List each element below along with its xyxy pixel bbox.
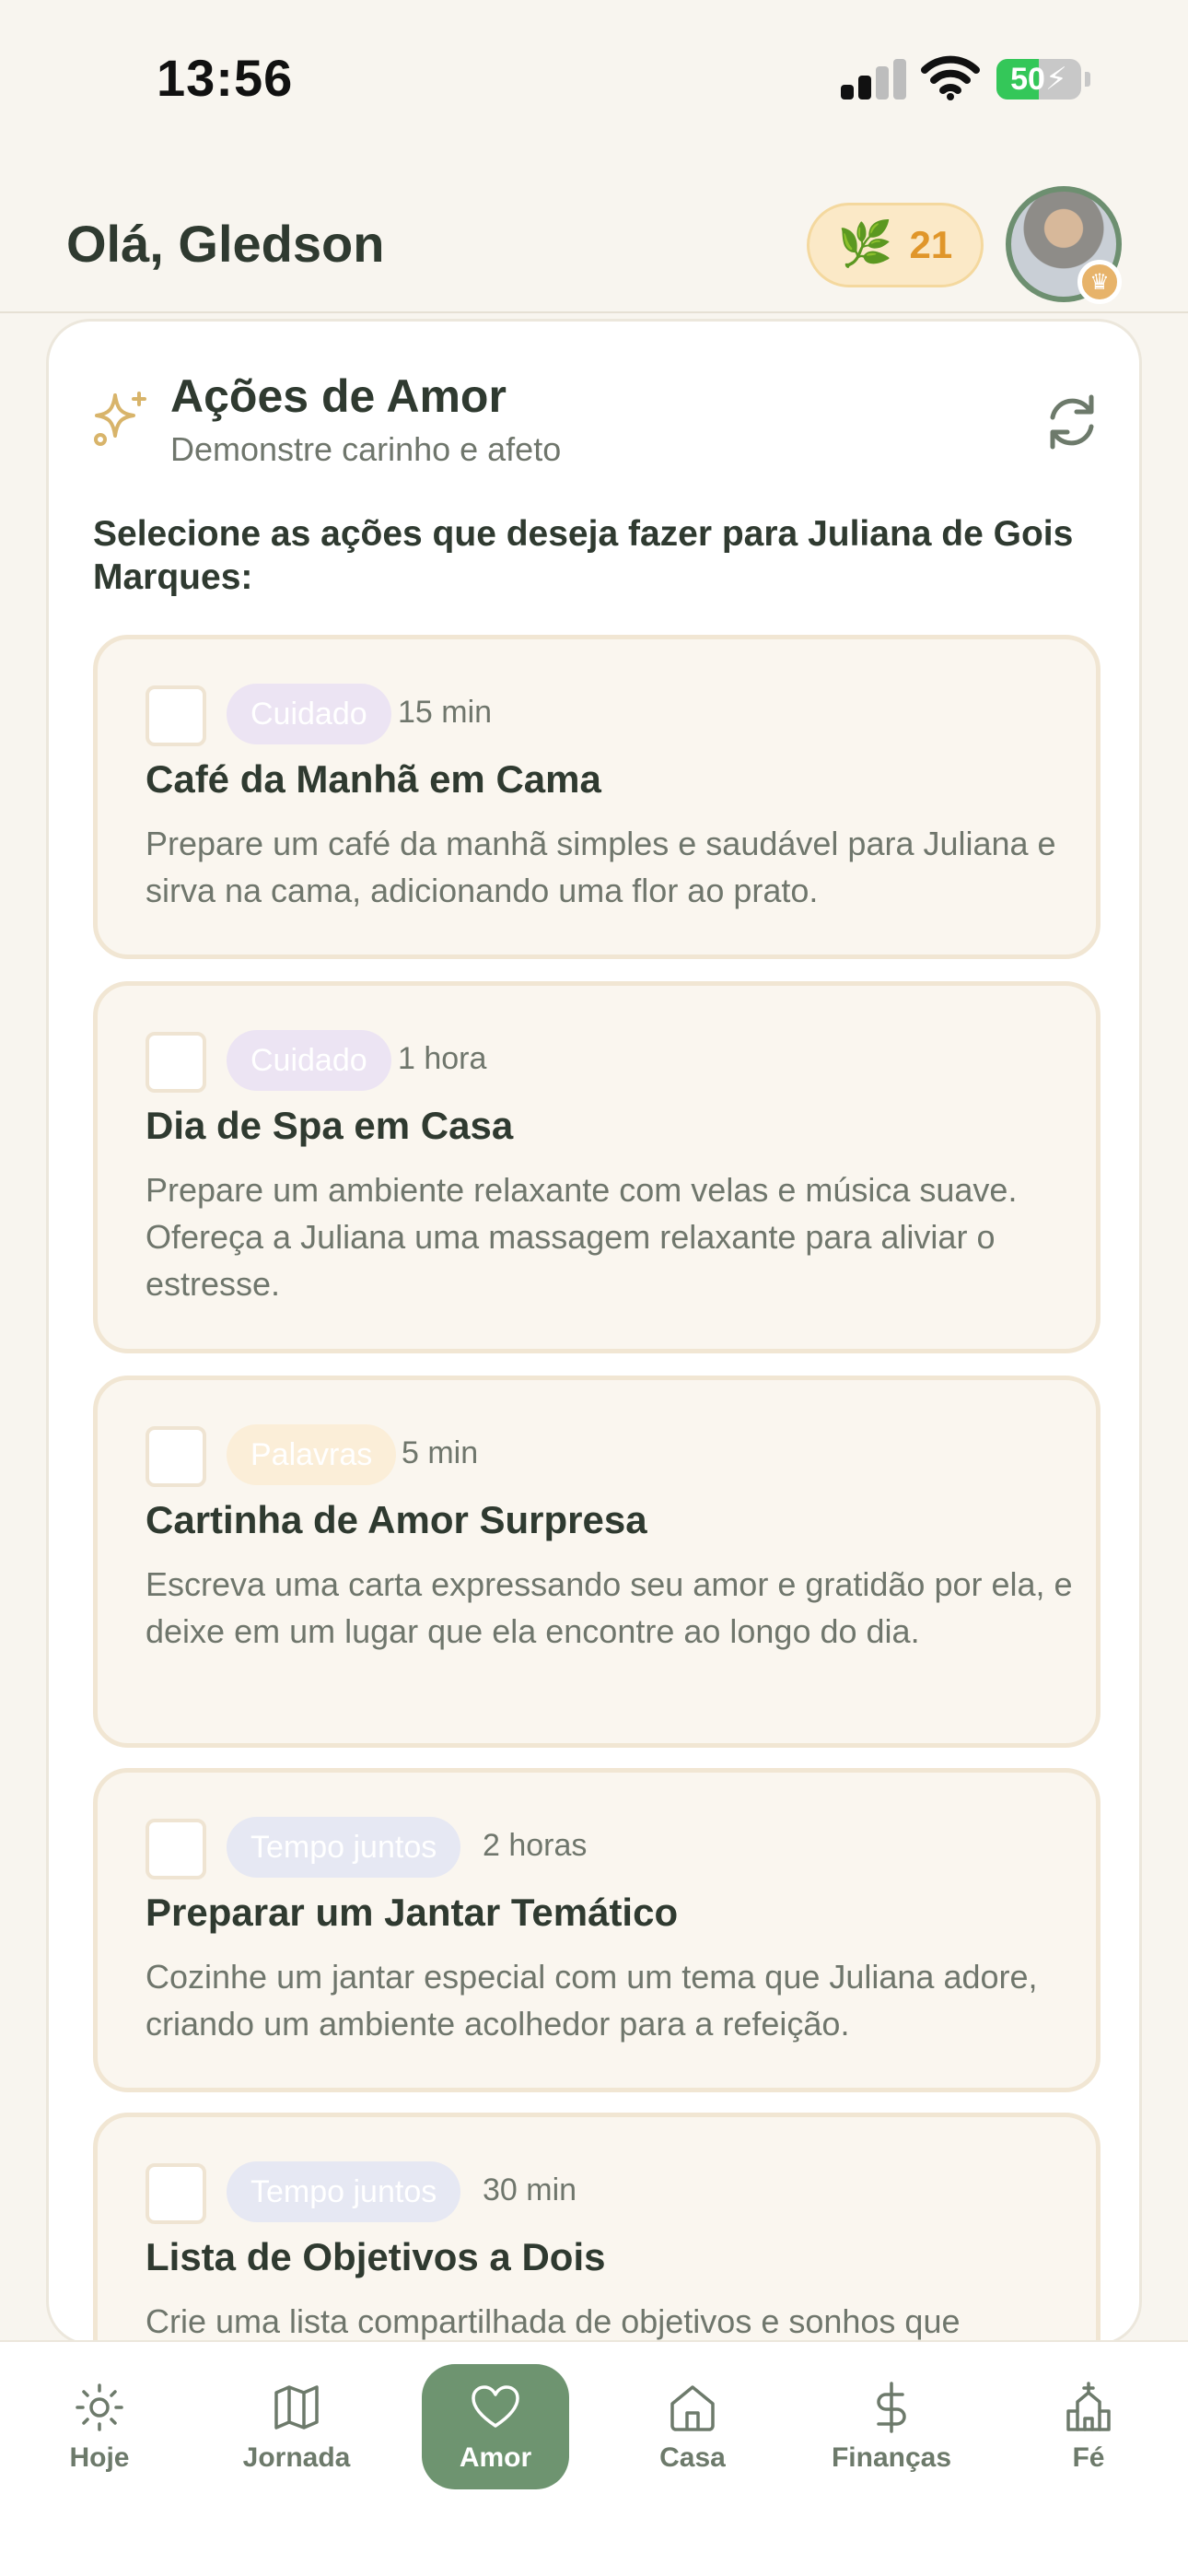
action-checkbox[interactable] [146,1426,206,1487]
church-icon [1066,2382,1111,2431]
points-value: 21 [909,223,953,266]
action-title: Café da Manhã em Cama [146,757,601,801]
action-checkbox[interactable] [146,1032,206,1093]
action-description: Cozinhe um jantar especial com um tema q… [146,1958,1038,2043]
category-tag: Cuidado [227,1030,391,1091]
house-icon [670,2385,715,2431]
battery-level: 50 [1010,61,1045,97]
tab-casa[interactable]: Casa [619,2364,766,2489]
tab-label: Hoje [69,2442,130,2473]
tab-label: Jornada [242,2442,351,2473]
action-title: Cartinha de Amor Surpresa [146,1498,647,1541]
tab-financas[interactable]: Finanças [818,2364,965,2489]
action-title: Preparar um Jantar Temático [146,1891,679,1934]
category-tag: Tempo juntos [227,1817,461,1878]
section-title: Ações de Amor [170,370,507,422]
love-actions-card: Ações de Amor Demonstre carinho e afeto … [46,319,1142,2346]
tab-jornada[interactable]: Jornada [223,2364,370,2489]
action-title: Lista de Objetivos a Dois [146,2235,606,2278]
duration-label: 1 hora [398,1041,487,1076]
leaf-icon: 🌿 [837,220,893,269]
status-bar: 13:56 50 ⚡ [0,0,1188,166]
duration-label: 5 min [402,1435,479,1470]
action-card[interactable]: Tempo juntos 30 min Lista de Objetivos a… [93,2113,1101,2343]
sparkle-icon [94,392,146,446]
action-description: Escreva uma carta expressando seu amor e… [146,1565,1073,1650]
tab-label: Casa [659,2442,726,2473]
tab-amor[interactable]: Amor [422,2364,569,2489]
bottom-tab-bar: Hoje Jornada Amor Casa Finanças Fé [0,2340,1188,2576]
crown-icon: ♛ [1077,260,1122,304]
battery-icon: 50 ⚡ [996,59,1081,100]
action-checkbox[interactable] [146,2163,206,2224]
category-tag: Cuidado [227,684,391,744]
tab-fe[interactable]: Fé [1015,2364,1162,2489]
refresh-icon[interactable] [1042,392,1102,452]
duration-label: 2 horas [483,1828,588,1863]
category-tag: Palavras [227,1424,397,1485]
duration-label: 15 min [398,695,493,730]
status-time: 13:56 [157,49,294,107]
selection-prompt: Selecione as ações que deseja fazer para… [93,514,1074,597]
app-header: Olá, Gledson 🌿 21 ♛ [0,175,1188,313]
tab-hoje[interactable]: Hoje [26,2364,173,2489]
map-icon [274,2385,319,2430]
battery-cap [1085,72,1090,87]
action-checkbox[interactable] [146,685,206,746]
tab-label: Fé [1072,2442,1105,2473]
heart-icon [472,2385,519,2428]
cellular-signal-icon [841,59,906,100]
action-card[interactable]: Cuidado 1 hora Dia de Spa em Casa Prepar… [93,981,1101,1353]
action-description: Prepare um café da manhã simples e saudá… [146,825,1056,909]
wifi-icon [921,55,980,100]
tab-label: Finanças [831,2442,952,2473]
action-description: Prepare um ambiente relaxante com velas … [146,1171,1018,1303]
category-tag: Tempo juntos [227,2161,461,2222]
greeting-title: Olá, Gledson [66,215,385,273]
sun-icon [76,2383,123,2431]
points-badge[interactable]: 🌿 21 [807,203,984,287]
action-card[interactable]: Tempo juntos 2 horas Preparar um Jantar … [93,1768,1101,2092]
tab-label: Amor [459,2442,532,2473]
action-title: Dia de Spa em Casa [146,1104,514,1147]
action-card[interactable]: Cuidado 15 min Café da Manhã em Cama Pre… [93,635,1101,959]
duration-label: 30 min [483,2172,577,2207]
dollar-icon [877,2382,906,2433]
section-subtitle: Demonstre carinho e afeto [170,430,562,468]
action-checkbox[interactable] [146,1819,206,1879]
action-description: Crie uma lista compartilhada de objetivo… [146,2302,961,2340]
action-card[interactable]: Palavras 5 min Cartinha de Amor Surpresa… [93,1376,1101,1748]
